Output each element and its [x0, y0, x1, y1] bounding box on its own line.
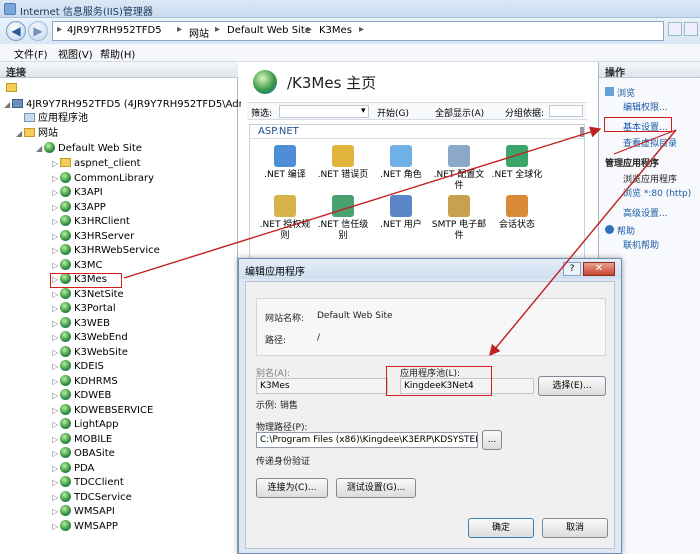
arrow-to-basic-settings — [123, 126, 602, 279]
arrow-to-app-pool — [489, 129, 677, 357]
annotation-arrows — [123, 126, 677, 357]
